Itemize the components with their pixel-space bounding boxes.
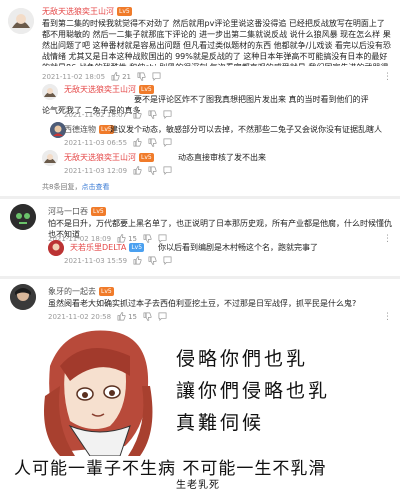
reply-icon bbox=[152, 72, 161, 81]
comment-meta: 2021-11-02 18:05 21 bbox=[42, 72, 161, 81]
reply-icon bbox=[163, 138, 172, 147]
level-badge: Lv5 bbox=[117, 7, 132, 16]
reply-button[interactable] bbox=[163, 256, 172, 265]
thumb-up-icon bbox=[133, 110, 142, 119]
comment-time: 2021-11-02 20:58 bbox=[48, 312, 112, 321]
reply-4: 天若乐里DELTA Lv5 你以后看到编剧是木村畅这个名，跑就完事了 bbox=[48, 240, 393, 270]
comment-time: 2021-11-02 18:05 bbox=[42, 72, 106, 81]
like-button[interactable] bbox=[133, 256, 142, 265]
thumb-up-icon bbox=[111, 72, 120, 81]
comment-2: 河马一口吞 Lv5 怕不是日升，万代都要上黑名单了，也正说明了日本那历史观，所有产… bbox=[0, 200, 400, 280]
reply-icon bbox=[163, 166, 172, 175]
divider bbox=[0, 276, 400, 279]
like-count: 21 bbox=[122, 72, 132, 81]
avatar[interactable] bbox=[48, 240, 64, 256]
reply-3: 无敌天选狼奕王山河 Lv5 动态直接审核了发不出来 bbox=[42, 150, 392, 180]
thumb-up-icon bbox=[117, 312, 126, 321]
reply-button[interactable] bbox=[163, 138, 172, 147]
more-options-icon[interactable]: ⋮ bbox=[383, 312, 392, 322]
thumb-up-icon bbox=[133, 256, 142, 265]
reply-2: 西德连物 Lv5 建议发个动态，敏感部分可以去掉，不然那些二兔子又会说你没有证据乱… bbox=[42, 122, 392, 152]
divider bbox=[0, 196, 400, 199]
reply-time: 2021-11-03 15:59 bbox=[64, 256, 128, 265]
thumb-down-icon bbox=[148, 256, 157, 265]
dislike-button[interactable] bbox=[137, 72, 146, 81]
reply-text: 动态直接审核了发不出来 bbox=[178, 153, 266, 162]
meme-subcaption: 生老乳死 bbox=[176, 480, 220, 489]
reply-icon bbox=[158, 312, 167, 321]
meme-line-3: 真難伺候 bbox=[176, 412, 265, 434]
like-count: 15 bbox=[128, 312, 138, 321]
like-button[interactable] bbox=[133, 110, 142, 119]
reply-count-text: 共8条回复， bbox=[42, 183, 82, 191]
level-badge: Lv5 bbox=[139, 85, 154, 94]
reply-meta: 2021-11-02 18:07 bbox=[64, 110, 172, 119]
reply-text: 你以后看到编剧是木村畅这个名，跑就完事了 bbox=[158, 243, 318, 252]
reply-text: 建议发个动态，敏感部分可以去掉，不然那些二兔子又会说你没有证据乱瞎人 bbox=[110, 125, 382, 134]
reply-time: 2021-11-03 12:09 bbox=[64, 166, 128, 175]
thumb-down-icon bbox=[148, 138, 157, 147]
dislike-button[interactable] bbox=[148, 166, 157, 175]
more-options-icon[interactable]: ⋮ bbox=[383, 72, 392, 82]
level-badge: Lv5 bbox=[139, 153, 154, 162]
avatar[interactable] bbox=[8, 8, 34, 34]
comment-username[interactable]: 象牙的一起去 Lv5 bbox=[48, 286, 114, 297]
level-badge: Lv5 bbox=[91, 207, 106, 216]
reply-icon bbox=[163, 110, 172, 119]
thumb-up-icon bbox=[133, 166, 142, 175]
thumb-down-icon bbox=[148, 110, 157, 119]
dislike-button[interactable] bbox=[148, 138, 157, 147]
thumb-up-icon bbox=[133, 138, 142, 147]
meme-line-1: 侵略你們也乳 bbox=[176, 348, 309, 370]
avatar[interactable] bbox=[42, 150, 58, 166]
reply-meta: 2021-11-03 06:55 bbox=[64, 138, 172, 147]
like-button[interactable] bbox=[133, 166, 142, 175]
reply-button[interactable] bbox=[152, 72, 161, 81]
dislike-button[interactable] bbox=[148, 110, 157, 119]
like-button[interactable]: 15 bbox=[117, 312, 137, 321]
comment-username[interactable]: 河马一口吞 Lv5 bbox=[48, 206, 106, 217]
level-badge: Lv5 bbox=[99, 287, 114, 296]
reply-username[interactable]: 天若乐里DELTA Lv5 bbox=[70, 242, 145, 253]
reply-button[interactable] bbox=[163, 166, 172, 175]
reply-button[interactable] bbox=[163, 110, 172, 119]
comment-text: 虽然阅看老大如确实抓过本子去西伯利亚挖土豆，不过那是日军战俘，抓平民是什么鬼? bbox=[48, 299, 357, 308]
thumb-down-icon bbox=[143, 312, 152, 321]
level-badge: Lv5 bbox=[129, 243, 145, 252]
reply-meta: 2021-11-03 15:59 bbox=[64, 256, 172, 265]
reply-time: 2021-11-02 18:07 bbox=[64, 110, 128, 119]
meme-line-2: 讓你們侵略也乳 bbox=[176, 380, 331, 402]
thumb-down-icon bbox=[148, 166, 157, 175]
comment-1: 无敌天选狼奕王山河 Lv5 看到第二集的时候我就觉得不对劲了 然后就用pv评论里说… bbox=[0, 0, 400, 208]
avatar[interactable] bbox=[10, 284, 36, 310]
reply-meta: 2021-11-03 12:09 bbox=[64, 166, 172, 175]
thumb-down-icon bbox=[137, 72, 146, 81]
reply-time: 2021-11-03 06:55 bbox=[64, 138, 128, 147]
dislike-button[interactable] bbox=[143, 312, 152, 321]
reply-username[interactable]: 西德连物 Lv5 bbox=[64, 124, 114, 135]
reply-count-link[interactable]: 共8条回复，点击查看 bbox=[42, 182, 109, 192]
reply-icon bbox=[163, 256, 172, 265]
reply-username[interactable]: 无敌天选狼奕王山河 Lv5 bbox=[64, 152, 154, 163]
like-button[interactable] bbox=[133, 138, 142, 147]
like-button[interactable]: 21 bbox=[111, 72, 131, 81]
anime-girl-illustration bbox=[44, 330, 153, 456]
comment-meta: 2021-11-02 20:58 15 bbox=[48, 312, 167, 321]
view-replies-link[interactable]: 点击查看 bbox=[81, 183, 109, 191]
comment-3: 象牙的一起去 Lv5 虽然阅看老大如确实抓过本子去西伯利亚挖土豆，不过那是日军战俘… bbox=[0, 280, 400, 324]
dislike-button[interactable] bbox=[148, 256, 157, 265]
reply-button[interactable] bbox=[158, 312, 167, 321]
meme-caption: 人可能一輩子不生病 不可能一生不乳滑 bbox=[14, 459, 327, 479]
meme-image: 侵略你們也乳 讓你們侵略也乳 真難伺候 人可能一輩子不生病 不可能一生不乳滑 生… bbox=[0, 326, 400, 489]
comment-text: 看到第二集的时候我就觉得不对劲了 然后就用pv评论里说这番没得追 已经把反战放写… bbox=[42, 19, 391, 66]
comment-username[interactable]: 无敌天选狼奕王山河 Lv5 bbox=[42, 6, 132, 17]
avatar[interactable] bbox=[10, 204, 36, 230]
